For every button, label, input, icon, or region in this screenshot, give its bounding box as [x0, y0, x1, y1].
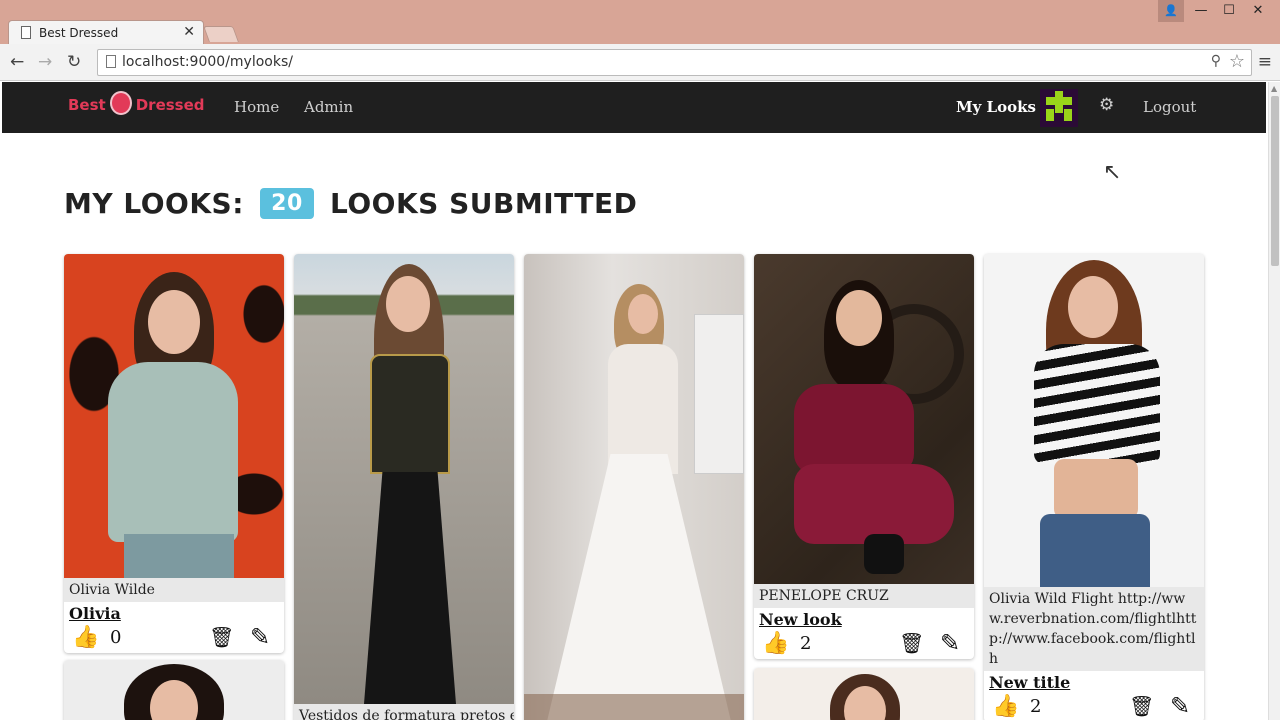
look-actions: 👍 0 🗑 ✎: [64, 623, 284, 653]
new-tab-button[interactable]: [203, 26, 239, 42]
thumbs-up-icon[interactable]: 👍: [72, 625, 99, 650]
page-icon: [21, 26, 31, 39]
looks-count-badge: 20: [260, 187, 314, 219]
page-title: MY LOOKS: 20 LOOKS SUBMITTED: [64, 187, 637, 221]
minimize-icon[interactable]: —: [1188, 0, 1214, 22]
page-scrollbar[interactable]: ▲: [1268, 82, 1280, 720]
nav-my-looks-link[interactable]: My Looks: [956, 98, 1036, 116]
nav-logout-link[interactable]: Logout: [1143, 98, 1196, 116]
pencil-edit-icon[interactable]: ✎: [1170, 692, 1190, 720]
thumbs-up-icon[interactable]: 👍: [762, 631, 789, 656]
trash-icon[interactable]: 🗑: [209, 625, 234, 649]
page-icon: [106, 55, 116, 68]
close-tab-icon[interactable]: ✕: [183, 24, 195, 40]
look-photo[interactable]: [294, 254, 514, 704]
look-caption: Olivia Wild Flight http://www.reverbnati…: [984, 587, 1204, 671]
like-count: 2: [1030, 696, 1042, 717]
page-title-prefix: MY LOOKS:: [64, 187, 244, 220]
extension-icon[interactable]: ⚲: [1211, 53, 1221, 69]
look-title-link[interactable]: Olivia: [64, 602, 284, 623]
dress-logo-icon: [109, 90, 132, 115]
look-caption: Vestidos de formatura pretos e: [294, 704, 514, 720]
address-bar[interactable]: localhost:9000/mylooks/ ⚲ ☆: [97, 49, 1252, 76]
browser-menu-icon[interactable]: ≡: [1258, 52, 1272, 72]
close-window-icon[interactable]: ✕: [1244, 0, 1272, 22]
address-url[interactable]: localhost:9000/mylooks/: [122, 54, 293, 70]
look-photo[interactable]: [984, 254, 1204, 587]
back-icon[interactable]: ←: [10, 52, 24, 72]
nav-admin-link[interactable]: Admin: [304, 98, 353, 116]
look-card: [64, 660, 284, 720]
look-card: PENELOPE CRUZ New look 👍 2 🗑 ✎: [754, 254, 974, 659]
maximize-icon[interactable]: ☐: [1216, 0, 1242, 22]
tab-title: Best Dressed: [39, 26, 119, 40]
look-actions: 👍 2 🗑 ✎: [754, 629, 974, 659]
brand-text-left: Best: [68, 96, 106, 114]
app-navbar: Best Dressed Home Admin My Looks ⚙ Logout: [2, 82, 1266, 133]
thumbs-up-icon[interactable]: 👍: [992, 694, 1019, 719]
scrollbar-thumb[interactable]: [1271, 96, 1279, 266]
scroll-up-icon[interactable]: ▲: [1271, 84, 1277, 93]
look-caption: Olivia Wilde: [64, 578, 284, 602]
browser-titlebar: Best Dressed ✕ 👤 — ☐ ✕: [0, 0, 1280, 44]
like-count: 0: [110, 627, 122, 648]
page-title-suffix: LOOKS SUBMITTED: [330, 187, 638, 220]
look-photo[interactable]: [754, 254, 974, 584]
trash-icon[interactable]: 🗑: [899, 631, 924, 655]
browser-tab[interactable]: Best Dressed ✕: [8, 20, 204, 44]
reload-icon[interactable]: ↻: [67, 52, 81, 72]
look-actions: 👍 2 🗑 ✎: [984, 692, 1204, 720]
look-card: Olivia Wilde Olivia 👍 0 🗑 ✎: [64, 254, 284, 653]
look-title-link[interactable]: New title: [984, 671, 1204, 692]
look-photo[interactable]: [754, 668, 974, 720]
settings-gear-icon[interactable]: ⚙: [1099, 95, 1114, 115]
look-caption: PENELOPE CRUZ: [754, 584, 974, 608]
bookmark-star-icon[interactable]: ☆: [1229, 51, 1245, 72]
mouse-cursor-icon: ↖: [1103, 160, 1122, 185]
brand-logo[interactable]: Best Dressed: [68, 90, 205, 115]
look-photo[interactable]: [524, 254, 744, 720]
brand-text-right: Dressed: [135, 96, 205, 114]
look-title-link[interactable]: New look: [754, 608, 974, 629]
look-card: Vestidos de formatura pretos e: [294, 254, 514, 720]
user-avatar[interactable]: [1040, 89, 1078, 127]
trash-icon[interactable]: 🗑: [1129, 694, 1154, 718]
browser-toolbar: ← → ↻ localhost:9000/mylooks/ ⚲ ☆ ≡: [0, 44, 1280, 81]
like-count: 2: [800, 633, 812, 654]
look-card: Olivia Wild Flight http://www.reverbnati…: [984, 254, 1204, 720]
nav-home-link[interactable]: Home: [234, 98, 279, 116]
pencil-edit-icon[interactable]: ✎: [250, 623, 270, 651]
pencil-edit-icon[interactable]: ✎: [940, 629, 960, 657]
forward-icon[interactable]: →: [38, 52, 52, 72]
look-photo[interactable]: [64, 254, 284, 578]
look-card: [754, 668, 974, 720]
look-card: [524, 254, 744, 720]
user-icon[interactable]: 👤: [1158, 0, 1184, 22]
look-photo[interactable]: [64, 660, 284, 720]
